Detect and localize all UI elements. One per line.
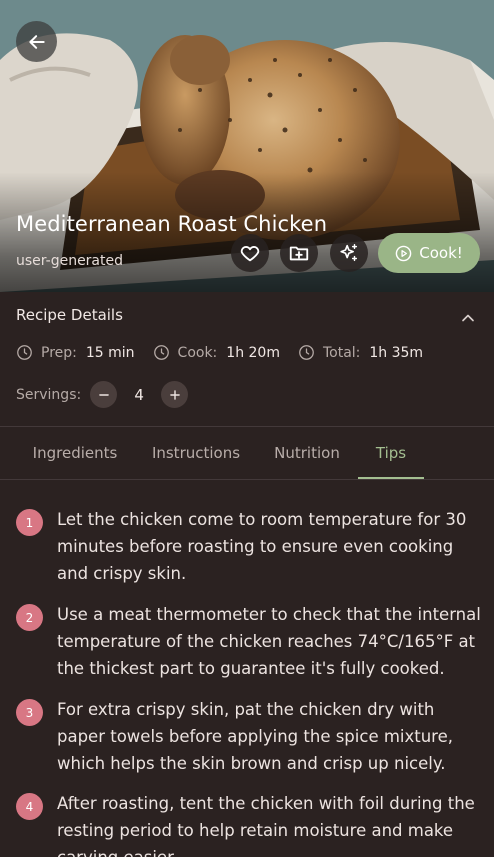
favorite-button[interactable] (231, 234, 269, 272)
tab-label: Nutrition (274, 444, 340, 462)
tip-number-badge: 1 (16, 509, 43, 536)
tip-text: Let the chicken come to room temperature… (57, 510, 467, 583)
recipe-title: Mediterranean Roast Chicken (16, 212, 328, 236)
chevron-up-icon (462, 314, 474, 322)
recipe-details-section: Recipe Details Prep: 15 min Cook: 1h 20m (0, 292, 494, 426)
recipe-hero-image: Mediterranean Roast Chicken user-generat… (0, 0, 494, 292)
tabs-divider (0, 479, 494, 480)
tip-item: 1 Let the chicken come to room temperatu… (16, 506, 486, 587)
total-label: Total: (322, 344, 361, 361)
tab-label: Instructions (151, 444, 241, 462)
decrease-servings-button[interactable] (90, 381, 118, 408)
cook-button-label: Cook! (419, 244, 463, 262)
tip-item: 4 After roasting, tent the chicken with … (16, 790, 486, 857)
prep-value: 15 min (85, 344, 135, 361)
clock-icon (299, 345, 314, 360)
tip-text: Use a meat thermometer to check that the… (57, 605, 481, 678)
tip-text: After roasting, tent the chicken with fo… (57, 794, 475, 857)
tab-ingredients[interactable]: Ingredients (16, 427, 134, 479)
tab-nutrition[interactable]: Nutrition (260, 427, 354, 479)
cook-button[interactable]: Cook! (378, 233, 480, 273)
tip-number-badge: 4 (16, 793, 43, 820)
clock-icon (17, 345, 32, 360)
tip-number-badge: 3 (16, 699, 43, 726)
folder-plus-icon (289, 246, 309, 261)
total-value: 1h 35m (369, 344, 424, 361)
minus-icon (98, 393, 109, 396)
tip-item: 3 For extra crispy skin, pat the chicken… (16, 696, 486, 777)
sparkles-icon (340, 244, 358, 262)
add-to-collection-button[interactable] (280, 234, 318, 272)
heart-icon (240, 246, 260, 262)
tab-tips[interactable]: Tips (358, 427, 424, 479)
tip-number-badge: 2 (16, 604, 43, 631)
collapse-details-button[interactable] (458, 308, 478, 332)
recipe-tabs: Ingredients Instructions Nutrition Tips (0, 427, 494, 479)
back-button[interactable] (16, 21, 57, 62)
tip-item: 2 Use a meat thermometer to check that t… (16, 601, 486, 682)
recipe-source: user-generated (16, 253, 124, 269)
play-circle-icon (395, 245, 412, 261)
cook-label: Cook: (177, 344, 218, 361)
prep-time: Prep: 15 min (16, 344, 135, 361)
cook-time: Cook: 1h 20m (153, 344, 280, 361)
increase-servings-button[interactable] (161, 381, 189, 408)
tip-text: For extra crispy skin, pat the chicken d… (57, 700, 453, 773)
tab-label: Tips (375, 444, 407, 462)
tab-instructions[interactable]: Instructions (140, 427, 252, 479)
time-summary: Prep: 15 min Cook: 1h 20m Total: 1h 35m (16, 344, 441, 361)
servings-label: Servings: (16, 386, 82, 403)
servings-control: Servings: 4 (16, 381, 189, 408)
total-time: Total: 1h 35m (298, 344, 423, 361)
recipe-details-title: Recipe Details (16, 306, 123, 324)
plus-icon (169, 389, 180, 400)
servings-count: 4 (134, 385, 144, 404)
tab-label: Ingredients (32, 444, 118, 462)
cook-value: 1h 20m (226, 344, 280, 361)
arrow-left-icon (28, 34, 45, 49)
prep-label: Prep: (41, 344, 77, 361)
ai-assistant-button[interactable] (330, 234, 368, 272)
clock-icon (153, 345, 169, 360)
